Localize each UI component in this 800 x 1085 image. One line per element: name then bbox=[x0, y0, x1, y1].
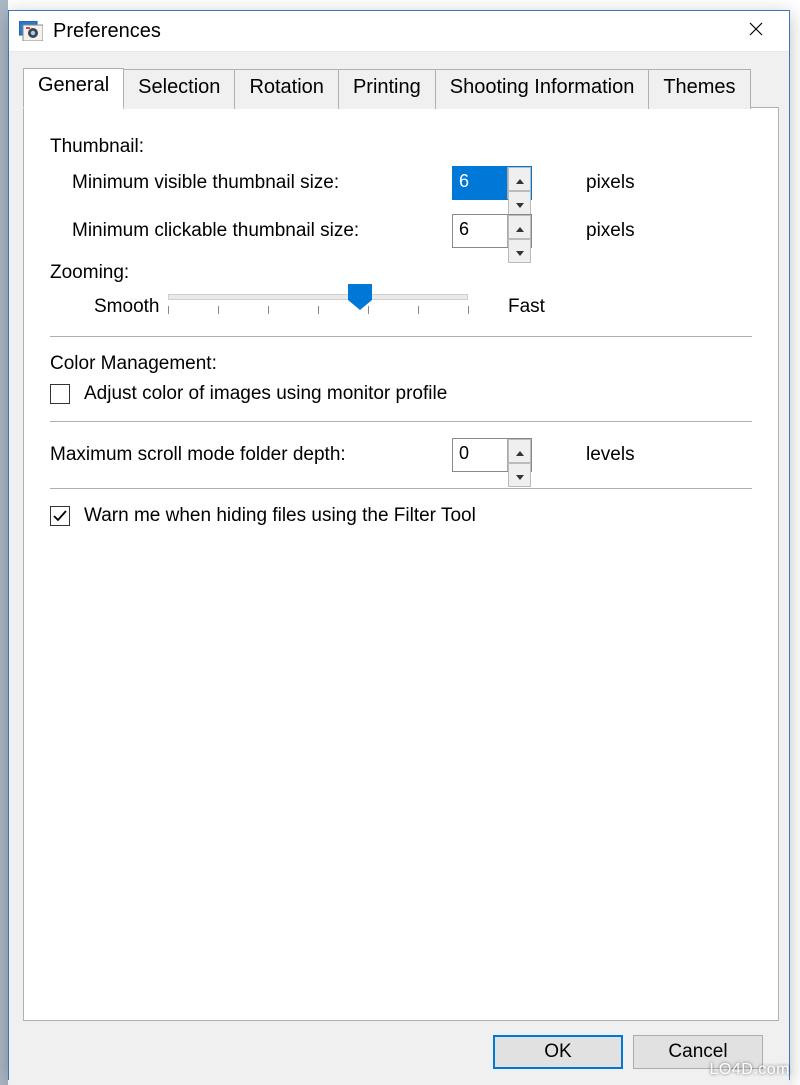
warn-checkbox[interactable]: Warn me when hiding files using the Filt… bbox=[50, 505, 752, 527]
chevron-down-icon bbox=[516, 240, 524, 262]
spinner-up[interactable] bbox=[508, 167, 531, 191]
zoom-smooth-label: Smooth bbox=[50, 296, 158, 318]
spinner-buttons bbox=[507, 167, 531, 199]
titlebar: Preferences bbox=[9, 11, 789, 52]
min-visible-spinner[interactable]: 6 bbox=[452, 166, 532, 200]
zooming-heading: Zooming: bbox=[50, 262, 752, 284]
close-button[interactable] bbox=[729, 11, 783, 51]
tab-panel-general: Thumbnail: Minimum visible thumbnail siz… bbox=[23, 107, 779, 1021]
zoom-fast-label: Fast bbox=[478, 296, 545, 318]
min-clickable-label: Minimum clickable thumbnail size: bbox=[72, 220, 452, 242]
tab-label: General bbox=[38, 74, 109, 96]
min-visible-row: Minimum visible thumbnail size: 6 pixels bbox=[50, 166, 752, 200]
tab-general[interactable]: General bbox=[23, 68, 124, 108]
min-clickable-spinner[interactable]: 6 bbox=[452, 214, 532, 248]
tab-rotation[interactable]: Rotation bbox=[234, 69, 339, 109]
scroll-depth-spinner[interactable]: 0 bbox=[452, 438, 532, 472]
preferences-dialog: Preferences General Selection Rotation P… bbox=[8, 10, 790, 1080]
checkbox-box bbox=[50, 506, 70, 526]
color-mgmt-heading: Color Management: bbox=[50, 353, 752, 375]
close-icon bbox=[749, 20, 763, 42]
spinner-down[interactable] bbox=[508, 463, 531, 487]
spinner-down[interactable] bbox=[508, 191, 531, 215]
tab-printing[interactable]: Printing bbox=[338, 69, 436, 109]
tab-themes[interactable]: Themes bbox=[648, 69, 750, 109]
warn-label: Warn me when hiding files using the Filt… bbox=[84, 505, 476, 527]
button-label: OK bbox=[544, 1041, 571, 1063]
tab-label: Selection bbox=[138, 76, 220, 98]
tab-shooting-information[interactable]: Shooting Information bbox=[435, 69, 650, 109]
tab-strip: General Selection Rotation Printing Shoo… bbox=[23, 68, 779, 108]
ok-button[interactable]: OK bbox=[493, 1035, 623, 1069]
scroll-depth-value[interactable]: 0 bbox=[453, 439, 507, 471]
tab-label: Printing bbox=[353, 76, 421, 98]
dialog-body: General Selection Rotation Printing Shoo… bbox=[9, 52, 789, 1085]
tab-label: Shooting Information bbox=[450, 76, 635, 98]
color-profile-label: Adjust color of images using monitor pro… bbox=[84, 383, 447, 405]
min-clickable-unit: pixels bbox=[586, 220, 635, 242]
tab-selection[interactable]: Selection bbox=[123, 69, 235, 109]
separator bbox=[50, 421, 752, 422]
window-title: Preferences bbox=[53, 20, 161, 43]
watermark: LO4D.com bbox=[710, 1061, 790, 1079]
spinner-buttons bbox=[507, 215, 531, 247]
chevron-down-icon bbox=[516, 464, 524, 486]
scroll-depth-row: Maximum scroll mode folder depth: 0 leve… bbox=[28, 438, 752, 472]
spinner-up[interactable] bbox=[508, 215, 531, 239]
chevron-up-icon bbox=[516, 440, 524, 462]
app-icon bbox=[19, 21, 43, 41]
spinner-up[interactable] bbox=[508, 439, 531, 463]
separator bbox=[50, 336, 752, 337]
min-clickable-value[interactable]: 6 bbox=[453, 215, 507, 247]
min-visible-unit: pixels bbox=[586, 172, 635, 194]
scroll-depth-label: Maximum scroll mode folder depth: bbox=[50, 444, 452, 466]
color-profile-checkbox[interactable]: Adjust color of images using monitor pro… bbox=[50, 383, 752, 405]
slider-track bbox=[168, 294, 468, 300]
zoom-slider[interactable] bbox=[168, 294, 468, 320]
min-visible-label: Minimum visible thumbnail size: bbox=[72, 172, 452, 194]
scroll-depth-unit: levels bbox=[586, 444, 635, 466]
button-bar: OK Cancel bbox=[23, 1021, 779, 1085]
spinner-buttons bbox=[507, 439, 531, 471]
button-label: Cancel bbox=[668, 1041, 727, 1063]
separator bbox=[50, 488, 752, 489]
checkbox-box bbox=[50, 384, 70, 404]
min-clickable-row: Minimum clickable thumbnail size: 6 pixe… bbox=[50, 214, 752, 248]
tab-label: Themes bbox=[663, 76, 735, 98]
chevron-down-icon bbox=[516, 192, 524, 214]
tab-label: Rotation bbox=[249, 76, 324, 98]
zoom-slider-row: Smooth Fast bbox=[50, 294, 752, 320]
spinner-down[interactable] bbox=[508, 239, 531, 263]
slider-ticks bbox=[168, 306, 468, 320]
chevron-up-icon bbox=[516, 216, 524, 238]
min-visible-value[interactable]: 6 bbox=[453, 167, 507, 199]
chevron-up-icon bbox=[516, 168, 524, 190]
thumbnail-heading: Thumbnail: bbox=[50, 136, 752, 158]
